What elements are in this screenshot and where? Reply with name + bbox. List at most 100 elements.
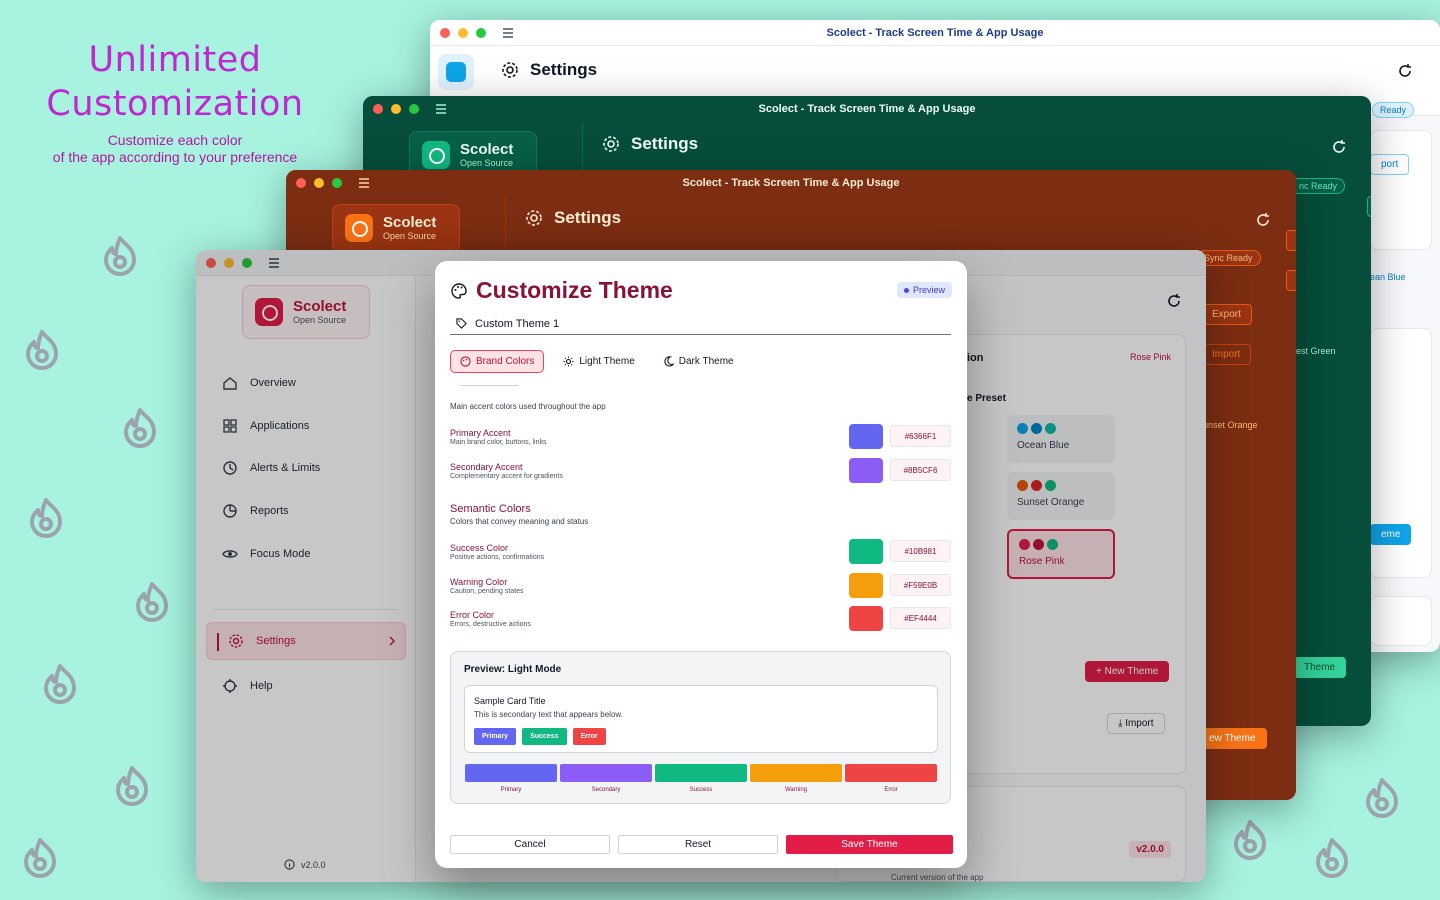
color-strip: Primary Secondary Success Warning Error bbox=[465, 764, 937, 793]
strip-label: Primary bbox=[500, 787, 522, 793]
zoom-window-button[interactable] bbox=[476, 28, 486, 38]
promo-title: Unlimited Customization bbox=[46, 40, 304, 124]
export-button-2[interactable]: Export bbox=[1201, 304, 1252, 325]
sample-card-title: Sample Card Title bbox=[474, 696, 546, 706]
app-logo-icon bbox=[345, 214, 373, 242]
settings-card bbox=[1370, 130, 1432, 250]
zoom-window-button[interactable] bbox=[409, 104, 419, 114]
close-window-button[interactable] bbox=[296, 178, 306, 188]
color-row-primary-accent: Primary Accent Main brand color, buttons… bbox=[450, 424, 951, 452]
minimize-window-button[interactable] bbox=[314, 178, 324, 188]
brand-card: Scolect Open Source bbox=[332, 204, 460, 252]
preset-forest-green[interactable]: rest Green bbox=[1293, 346, 1336, 356]
title-bar: Scolect - Track Screen Time & App Usage bbox=[286, 170, 1296, 196]
export-button[interactable]: port bbox=[1370, 154, 1410, 175]
strip-item-error: Error bbox=[845, 764, 937, 793]
page-title: Settings bbox=[601, 134, 698, 154]
page-title-text: Settings bbox=[530, 60, 598, 79]
menu-icon[interactable] bbox=[435, 102, 447, 116]
sync-status-chip: nc Ready bbox=[1291, 178, 1346, 194]
close-window-button[interactable] bbox=[440, 28, 450, 38]
preset-sunset-orange[interactable]: unset Orange bbox=[1203, 420, 1258, 430]
theme-name-input[interactable]: Custom Theme 1 bbox=[450, 313, 951, 335]
cancel-button[interactable]: Cancel bbox=[450, 835, 610, 854]
color-swatch-picker[interactable] bbox=[849, 458, 883, 483]
sample-card: Sample Card Title This is secondary text… bbox=[464, 685, 938, 753]
promo-subtitle-1: Customize each color bbox=[107, 132, 243, 148]
decorative-flame-icon bbox=[104, 236, 136, 276]
sample-card-subtitle: This is secondary text that appears belo… bbox=[474, 710, 623, 719]
sample-primary-button[interactable]: Primary bbox=[474, 728, 517, 745]
reset-button[interactable]: Reset bbox=[618, 835, 778, 854]
brand-colors-description: Main accent colors used throughout the a… bbox=[450, 402, 606, 411]
decorative-flame-icon bbox=[116, 766, 148, 806]
decorative-flame-icon bbox=[24, 838, 56, 878]
about-card bbox=[1370, 596, 1432, 646]
decorative-flame-icon bbox=[30, 498, 62, 538]
save-theme-button[interactable]: Save Theme bbox=[786, 835, 953, 854]
sample-error-button[interactable]: Error bbox=[572, 728, 606, 745]
theme-tabs: Brand Colors Light Theme Dark Theme bbox=[450, 350, 743, 373]
import-button-2[interactable]: Import bbox=[1201, 344, 1252, 365]
refresh-icon[interactable] bbox=[1254, 211, 1272, 229]
semantic-colors-title: Semantic Colors bbox=[450, 503, 531, 515]
tab-light-theme[interactable]: Light Theme bbox=[554, 350, 643, 373]
app-logo-icon bbox=[438, 54, 474, 90]
hex-input[interactable]: #10B981 bbox=[890, 540, 951, 562]
hex-input[interactable]: #EF4444 bbox=[890, 607, 951, 629]
gear-icon bbox=[526, 210, 542, 226]
promo-subtitle-2: of the app according to your preference bbox=[52, 149, 298, 165]
window-controls bbox=[296, 178, 342, 188]
window-controls bbox=[373, 104, 419, 114]
sun-icon bbox=[563, 356, 574, 367]
page-title: Settings bbox=[524, 208, 621, 228]
menu-icon[interactable] bbox=[358, 176, 370, 190]
brand-name: Scolect bbox=[383, 213, 437, 231]
refresh-icon[interactable] bbox=[1396, 62, 1414, 80]
tab-dark-theme[interactable]: Dark Theme bbox=[654, 350, 743, 373]
export-button[interactable]: xport bbox=[1286, 230, 1296, 251]
minimize-window-button[interactable] bbox=[391, 104, 401, 114]
tab-brand-colors[interactable]: Brand Colors bbox=[450, 350, 545, 373]
color-swatch-picker[interactable] bbox=[849, 606, 883, 631]
sample-success-button[interactable]: Success bbox=[522, 728, 567, 745]
tab-label: Light Theme bbox=[579, 356, 635, 367]
color-row-warning: Warning Color Caution, pending states #F… bbox=[450, 573, 951, 601]
minimize-window-button[interactable] bbox=[458, 28, 468, 38]
tag-icon bbox=[456, 318, 467, 329]
import-button[interactable]: nport bbox=[1286, 270, 1296, 291]
refresh-icon[interactable] bbox=[1330, 138, 1348, 156]
color-row-secondary-accent: Secondary Accent Complementary accent fo… bbox=[450, 458, 951, 486]
strip-item-warning: Warning bbox=[750, 764, 842, 793]
window-title: Scolect - Track Screen Time & App Usage bbox=[826, 26, 1044, 39]
decorative-flame-icon bbox=[1234, 820, 1266, 860]
new-theme-button[interactable]: eme bbox=[1370, 524, 1412, 545]
hex-input[interactable]: #8B5CF6 bbox=[890, 459, 951, 481]
decorative-flame-icon bbox=[44, 664, 76, 704]
close-window-button[interactable] bbox=[373, 104, 383, 114]
preview-badge: Preview bbox=[896, 282, 952, 298]
zoom-window-button[interactable] bbox=[332, 178, 342, 188]
gear-icon bbox=[603, 136, 619, 152]
color-row-error: Error Color Errors, destructive actions … bbox=[450, 606, 951, 634]
new-theme-button[interactable]: ew Theme bbox=[1198, 728, 1267, 749]
hex-input[interactable]: #6366F1 bbox=[890, 425, 951, 447]
color-swatch-picker[interactable] bbox=[849, 573, 883, 598]
tab-label: Dark Theme bbox=[678, 356, 734, 367]
strip-bar bbox=[750, 764, 842, 782]
new-theme-button[interactable]: Theme bbox=[1293, 657, 1347, 678]
sample-buttons: Primary Success Error bbox=[474, 728, 606, 745]
preset-ocean-blue[interactable]: ean Blue bbox=[1370, 272, 1406, 282]
strip-item-success: Success bbox=[655, 764, 747, 793]
hex-input[interactable]: #F59E0B bbox=[890, 574, 951, 596]
color-swatch-picker[interactable] bbox=[849, 424, 883, 449]
page-title-text: Settings bbox=[631, 134, 699, 153]
window-title: Scolect - Track Screen Time & App Usage bbox=[758, 103, 976, 115]
menu-icon[interactable] bbox=[502, 26, 514, 40]
strip-bar bbox=[560, 764, 652, 782]
color-swatch-picker[interactable] bbox=[849, 539, 883, 564]
import-button[interactable]: port bbox=[1367, 196, 1371, 217]
decorative-flame-icon bbox=[1366, 778, 1398, 818]
brand-tagline: Open Source bbox=[383, 230, 437, 241]
title-bar: Scolect - Track Screen Time & App Usage bbox=[363, 96, 1371, 122]
